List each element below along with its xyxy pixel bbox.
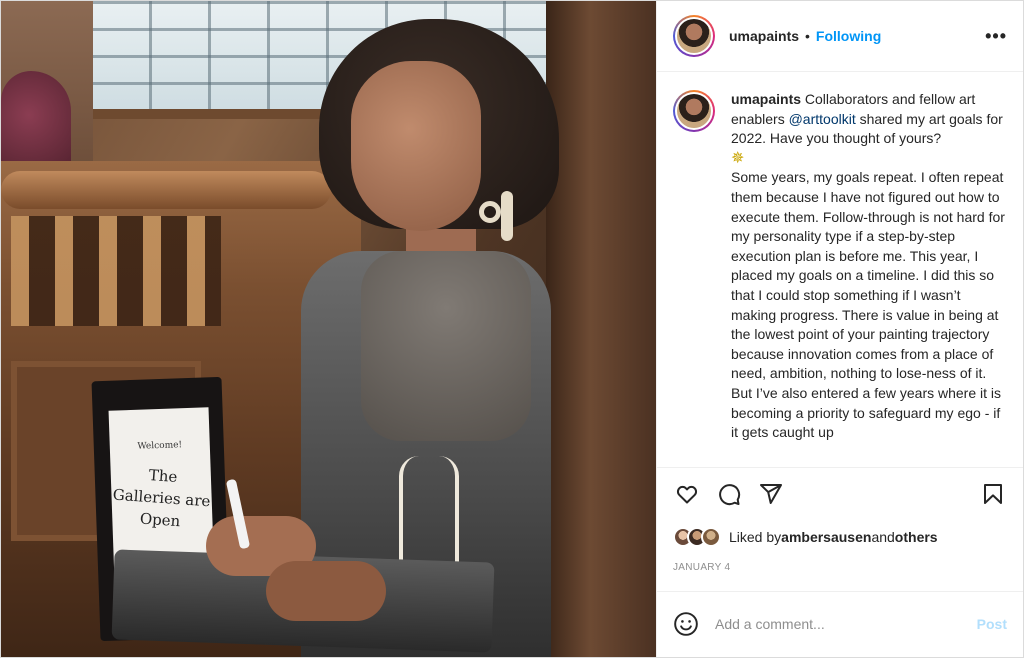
like-heart-icon[interactable] xyxy=(673,480,701,508)
sign-small-text: Welcome! xyxy=(137,440,183,452)
more-options-icon[interactable]: ••• xyxy=(985,26,1007,47)
emoji-smiley-icon[interactable] xyxy=(673,611,699,637)
comment-bubble-icon[interactable] xyxy=(715,480,743,508)
liker-avatars[interactable] xyxy=(673,527,721,547)
earring xyxy=(479,201,501,223)
caption-body: Some years, my goals repeat. I often rep… xyxy=(731,169,1005,441)
post-photo[interactable]: Welcome! The Galleries are Open xyxy=(1,1,656,657)
avatar xyxy=(677,19,711,53)
comment-bar: Post xyxy=(657,592,1023,656)
avatar-story-ring[interactable] xyxy=(673,15,715,57)
header-username[interactable]: umapaints xyxy=(729,28,799,44)
comment-input[interactable] xyxy=(715,616,977,632)
post-sidebar: umapaints • Following ••• umapaints Coll… xyxy=(656,1,1023,657)
avatar xyxy=(677,94,711,128)
likes-summary: Liked by ambersausen and others xyxy=(657,520,1023,554)
liker-avatar xyxy=(701,527,721,547)
wooden-pillar xyxy=(546,1,656,657)
pew-balusters xyxy=(11,216,221,326)
post-comment-button[interactable]: Post xyxy=(977,616,1007,632)
caption-text: umapaints Collaborators and fellow art e… xyxy=(731,90,1007,467)
liked-by-others[interactable]: others xyxy=(895,529,938,545)
separator-dot: • xyxy=(805,28,810,44)
action-bar xyxy=(657,468,1023,520)
post-date[interactable]: JANUARY 4 xyxy=(657,554,1023,592)
earring-bar xyxy=(501,191,513,241)
shirt-laces xyxy=(399,456,459,576)
liked-by-prefix: Liked by xyxy=(729,529,782,545)
sign-main-text: The Galleries are Open xyxy=(112,466,211,531)
following-button[interactable]: Following xyxy=(816,28,881,44)
person-face xyxy=(351,61,481,231)
pew-rail xyxy=(1,171,331,209)
share-paper-plane-icon[interactable] xyxy=(757,480,785,508)
instagram-post-modal: Welcome! The Galleries are Open umapaint… xyxy=(0,0,1024,658)
person-hand xyxy=(266,561,386,621)
post-header: umapaints • Following ••• xyxy=(657,1,1023,72)
sparkle-emoji-icon: ✵ xyxy=(731,149,745,167)
caption-avatar[interactable] xyxy=(673,90,715,132)
caption-area: umapaints Collaborators and fellow art e… xyxy=(657,72,1023,468)
save-bookmark-icon[interactable] xyxy=(979,480,1007,508)
liked-by-user[interactable]: ambersausen xyxy=(781,529,871,545)
caption-username[interactable]: umapaints xyxy=(731,91,801,107)
liked-by-and: and xyxy=(871,529,895,545)
mention-link[interactable]: @arttoolkit xyxy=(789,111,856,127)
person-scarf xyxy=(361,251,531,441)
